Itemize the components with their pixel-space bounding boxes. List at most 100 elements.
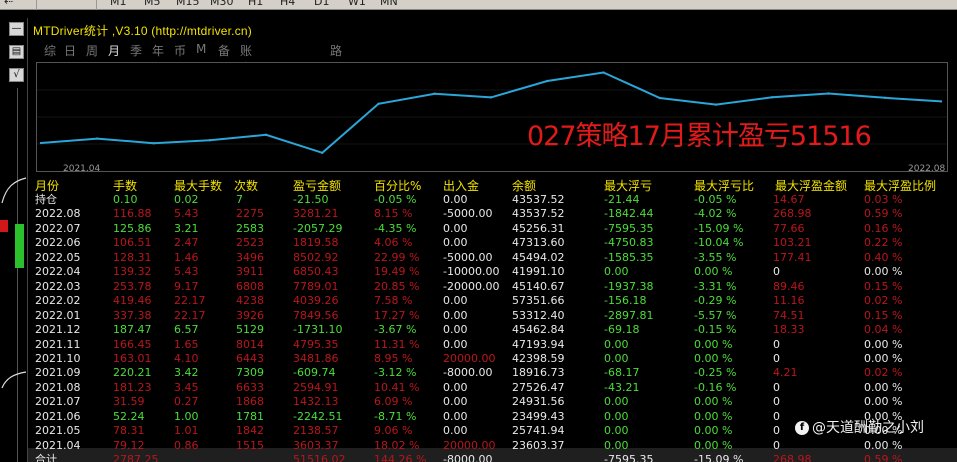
minimize-icon[interactable]: — [9,22,24,36]
tab-summary[interactable]: 综 [44,42,56,59]
table-cell: -5000.00 [443,251,493,264]
tab-month[interactable]: 月 [108,42,120,59]
table-cell: 8014 [236,338,264,351]
tf-mn[interactable]: MN [380,0,398,8]
column-header[interactable]: 最大浮盈金额 [775,177,847,194]
table-cell: -0.29 % [694,294,737,307]
tab-quarter[interactable]: 季 [130,42,142,59]
toolbar-back-icon[interactable]: ⇠ [4,0,13,8]
table-cell: 74.51 [773,309,805,322]
table-cell: 51516.02 [293,453,346,462]
equity-point [602,71,605,74]
table-cell: 4795.35 [293,338,339,351]
tf-h4[interactable]: H4 [280,0,295,8]
table-cell: 24931.56 [512,395,565,408]
tf-h1[interactable]: H1 [248,0,263,8]
table-cell: -5.57 % [694,309,737,322]
table-cell: 0.04 % [864,323,903,336]
column-header[interactable]: 最大浮盈比例 [864,177,936,194]
tf-m1[interactable]: M1 [110,0,127,8]
tf-m5[interactable]: M5 [144,0,161,8]
tf-w1[interactable]: W1 [348,0,366,8]
table-cell: 20000.00 [443,352,496,365]
table-cell: 3.45 [174,381,199,394]
toolbar-divider [36,0,37,10]
table-cell: 0.22 % [864,236,903,249]
column-header[interactable]: 手数 [113,177,137,194]
tab-week[interactable]: 周 [86,42,98,59]
table-cell: 0.00 % [694,424,733,437]
table-cell: 45140.67 [512,280,565,293]
table-cell: 7849.56 [293,309,339,322]
equity-point [883,96,886,99]
tf-m15[interactable]: M15 [176,0,200,8]
column-header[interactable]: 最大手数 [174,177,222,194]
table-cell: 1515 [236,439,264,452]
table-cell: 6.09 % [374,395,413,408]
table-cell: 0.00 % [864,352,903,365]
table-cell: 25741.94 [512,424,565,437]
table-row-label: 2022.06 [35,236,81,249]
table-cell: 0 [773,265,780,278]
table-cell: 0.00 % [694,265,733,278]
tf-d1[interactable]: D1 [314,0,329,8]
table-row-label: 合计 [35,453,57,462]
table-cell: 0.00 % [694,352,733,365]
table-cell: 268.98 [773,453,812,462]
table-cell: 103.21 [773,236,812,249]
tab-day[interactable]: 日 [64,42,76,59]
table-row-label: 2022.02 [35,294,81,307]
table-cell: 3496 [236,251,264,264]
table-cell: 8.15 % [374,207,413,220]
table-cell: 20.85 % [374,280,420,293]
column-header[interactable]: 出入金 [443,177,479,194]
column-header[interactable]: 月份 [35,177,59,194]
column-header[interactable]: 百分比% [374,177,421,194]
table-cell: 253.78 [113,280,152,293]
table-row-label: 2021.12 [35,323,81,336]
table-cell: 2523 [236,236,264,249]
column-header[interactable]: 盈亏金额 [293,177,341,194]
tab-m[interactable]: M [196,42,206,56]
table-cell: 8.95 % [374,352,413,365]
column-header[interactable]: 次数 [234,177,258,194]
table-cell: -1842.44 [604,207,654,220]
formula-icon[interactable]: √ [9,68,24,82]
table-cell: -5000.00 [443,207,493,220]
tab-backup[interactable]: 备 [218,42,230,59]
table-cell: 9.06 % [374,424,413,437]
table-cell: 0.59 % [864,453,903,462]
table-cell: 0.40 % [864,251,903,264]
table-cell: 3.42 [174,366,199,379]
column-header[interactable]: 最大浮亏比 [694,177,754,194]
chart-headline: 027策略17月累计盈亏51516 [527,121,872,152]
table-cell: 144.26 % [374,453,427,462]
table-cell: -156.18 [604,294,647,307]
equity-point [489,96,493,99]
table-cell: -20000.00 [443,280,500,293]
table-cell: 0.00 % [694,439,733,452]
equity-point [771,96,774,99]
column-header[interactable]: 余额 [512,177,536,194]
table-cell: 3481.86 [293,352,339,365]
tf-m30[interactable]: M30 [210,0,234,8]
table-cell: 42398.59 [512,352,565,365]
table-row-label: 2021.04 [35,439,81,452]
tab-year[interactable]: 年 [152,42,164,59]
equity-point [321,151,324,155]
table-row-label: 2022.01 [35,309,81,322]
table-row-label: 2021.11 [35,338,81,351]
table-cell: -7595.35 [604,222,654,235]
table-cell: 2138.57 [293,424,339,437]
table-cell: 1.00 [174,410,199,423]
table-cell: 41991.10 [512,265,565,278]
maximize-icon[interactable]: ▤ [9,45,24,59]
table-cell: -15.09 % [694,222,744,235]
table-cell: 0.00 % [864,338,903,351]
table-cell: 1432.13 [293,395,339,408]
equity-point [433,92,436,95]
table-cell: 6808 [236,280,264,293]
table-cell: 3911 [236,265,264,278]
tab-currency[interactable]: 币 [174,42,186,59]
column-header[interactable]: 最大浮亏 [604,177,652,194]
